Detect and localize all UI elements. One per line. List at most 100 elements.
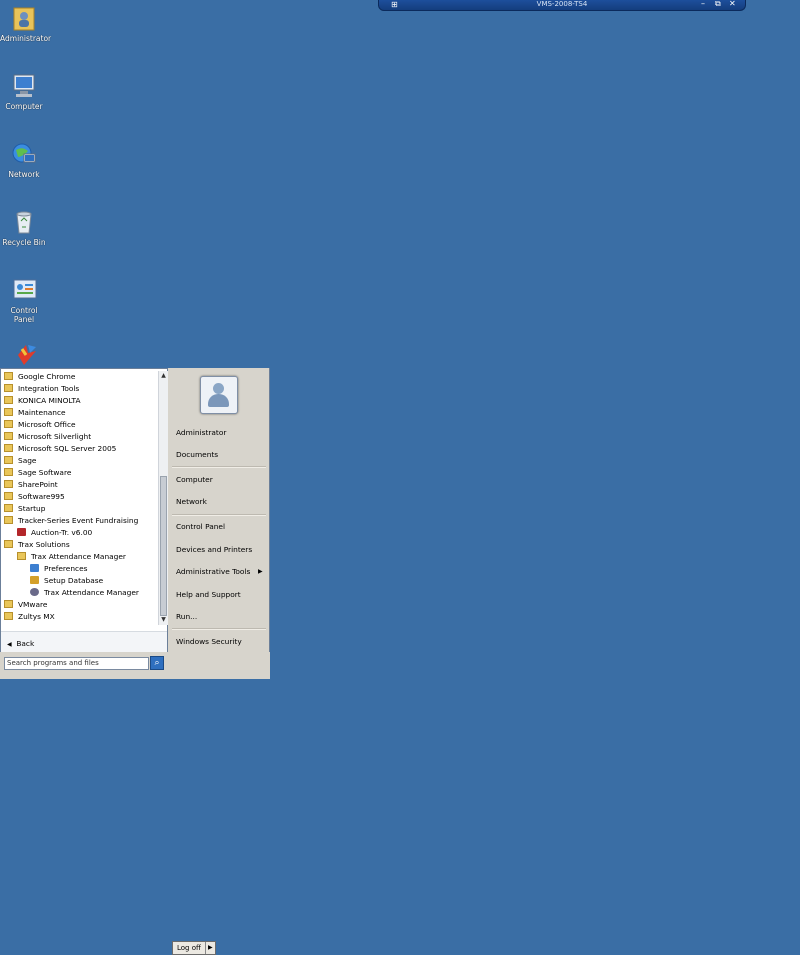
folder-icon <box>4 504 13 512</box>
scrollbar-thumb[interactable] <box>160 476 167 616</box>
program-list-item[interactable]: Setup Database <box>1 575 157 587</box>
menu-item-network[interactable]: Network <box>176 497 207 506</box>
desktop-icon-administrator[interactable]: Administrator <box>0 4 52 43</box>
desktop-icon-partial[interactable] <box>0 341 48 371</box>
program-list-item[interactable]: Trax Attendance Manager <box>1 551 157 563</box>
program-list-item[interactable]: Microsoft Office <box>1 419 157 431</box>
program-list-item[interactable]: Auction-Tr. v6.00 <box>1 527 157 539</box>
program-label: Sage <box>18 456 37 465</box>
back-label: Back <box>16 639 35 648</box>
user-folder-icon <box>10 4 38 32</box>
preferences-icon <box>30 564 39 572</box>
program-list-item[interactable]: Zultys MX <box>1 611 157 623</box>
program-label: Tracker-Series Event Fundraising <box>18 516 139 525</box>
folder-icon <box>4 456 13 464</box>
program-list-item[interactable]: Google Chrome <box>1 371 157 383</box>
log-off-label: Log off <box>177 944 201 952</box>
program-list-item[interactable]: Maintenance <box>1 407 157 419</box>
program-label: Microsoft Silverlight <box>18 432 92 441</box>
programs-scrollbar[interactable]: ▲ ▼ <box>158 371 168 625</box>
program-list-item[interactable]: Microsoft SQL Server 2005 <box>1 443 157 455</box>
program-list-item[interactable]: Tracker-Series Event Fundraising <box>1 515 157 527</box>
program-list-item[interactable]: Integration Tools <box>1 383 157 395</box>
menu-item-administrator[interactable]: Administrator <box>176 428 226 437</box>
program-list-item[interactable]: Trax Attendance Manager <box>1 587 157 599</box>
desktop-icon-network[interactable]: Network <box>0 140 48 179</box>
program-list-item[interactable]: Trax Solutions <box>1 539 157 551</box>
folder-icon <box>4 516 13 524</box>
folder-icon <box>4 420 13 428</box>
shortcut-app-icon <box>10 341 38 369</box>
program-label: Setup Database <box>44 576 104 585</box>
remote-desktop-bar: ⊞ VMS-2008-TS4 – ⧉ ✕ <box>378 0 746 11</box>
scroll-up-arrow-icon[interactable]: ▲ <box>159 371 168 381</box>
search-bar-area: Search programs and files ⌕ Log off ▶ <box>0 652 270 955</box>
desktop-icon-label: Computer <box>5 102 43 111</box>
log-off-button[interactable]: Log off ▶ <box>172 941 216 955</box>
start-menu: Google Chrome Integration Tools KONICA MIN… <box>0 368 270 955</box>
search-icon[interactable]: ⌕ <box>150 656 164 670</box>
menu-item-devices-printers[interactable]: Devices and Printers <box>176 545 252 554</box>
close-icon[interactable]: ✕ <box>729 0 736 8</box>
menu-item-control-panel[interactable]: Control Panel <box>176 522 225 531</box>
desktop-icon-control-panel[interactable]: Control Panel <box>0 276 48 324</box>
program-label: Preferences <box>44 564 88 573</box>
desktop-icon-label: Control Panel <box>10 306 38 324</box>
shutdown-options-arrow-icon[interactable]: ▶ <box>208 942 213 954</box>
program-list-item[interactable]: Sage <box>1 455 157 467</box>
folder-icon <box>4 396 13 404</box>
desktop-icon-recycle-bin[interactable]: Recycle Bin <box>0 208 48 247</box>
program-label: Sage Software <box>18 468 72 477</box>
menu-item-run[interactable]: Run... <box>176 612 197 621</box>
program-list-item[interactable]: SharePoint <box>1 479 157 491</box>
menu-item-administrative-tools[interactable]: Administrative Tools <box>176 567 250 576</box>
menu-item-windows-security[interactable]: Windows Security <box>176 637 242 646</box>
folder-icon <box>4 384 13 392</box>
program-label: Integration Tools <box>18 384 80 393</box>
program-label: Trax Attendance Manager <box>31 552 126 561</box>
back-arrow-icon: ◀ <box>7 641 12 648</box>
program-label: Auction-Tr. v6.00 <box>31 528 93 537</box>
trax-app-icon <box>30 588 39 596</box>
program-list-item[interactable]: Software995 <box>1 491 157 503</box>
menu-separator <box>172 466 266 468</box>
program-label: VMware <box>18 600 48 609</box>
folder-icon <box>4 600 13 608</box>
control-panel-icon <box>10 276 38 304</box>
program-list-item[interactable]: Startup <box>1 503 157 515</box>
minimize-icon[interactable]: – <box>701 0 705 8</box>
program-label: Microsoft Office <box>18 420 76 429</box>
desktop-icon-computer[interactable]: Computer <box>0 72 48 111</box>
program-list-item[interactable]: Sage Software <box>1 467 157 479</box>
restore-icon[interactable]: ⧉ <box>715 0 721 9</box>
desktop-icon-label: Administrator <box>0 34 52 43</box>
folder-icon <box>4 444 13 452</box>
network-icon <box>10 140 38 168</box>
folder-icon <box>4 408 13 416</box>
program-label: Startup <box>18 504 46 513</box>
submenu-arrow-icon: ▶ <box>258 568 263 575</box>
desktop-icon-label: Network <box>8 170 40 179</box>
program-label: Trax Solutions <box>18 540 70 549</box>
scroll-down-arrow-icon[interactable]: ▼ <box>159 615 168 625</box>
program-list-item[interactable]: Preferences <box>1 563 157 575</box>
program-label: KONICA MINOLTA <box>18 396 81 405</box>
setup-database-icon <box>30 576 39 584</box>
user-avatar[interactable] <box>200 376 238 414</box>
computer-icon <box>10 72 38 100</box>
program-label: SharePoint <box>18 480 58 489</box>
menu-item-computer[interactable]: Computer <box>176 475 213 484</box>
program-list-item[interactable]: Microsoft Silverlight <box>1 431 157 443</box>
search-input[interactable]: Search programs and files <box>4 657 149 670</box>
program-label: Software995 <box>18 492 65 501</box>
recycle-bin-icon <box>10 208 38 236</box>
program-label: Microsoft SQL Server 2005 <box>18 444 117 453</box>
program-list-item[interactable]: KONICA MINOLTA <box>1 395 157 407</box>
program-label: Maintenance <box>18 408 66 417</box>
menu-item-help-support[interactable]: Help and Support <box>176 590 241 599</box>
desktop-icon-label: Recycle Bin <box>2 238 46 247</box>
menu-item-documents[interactable]: Documents <box>176 450 218 459</box>
program-list-item[interactable]: VMware <box>1 599 157 611</box>
folder-icon <box>4 372 13 380</box>
start-menu-right-pane: Administrator Documents Computer Network… <box>168 368 270 652</box>
